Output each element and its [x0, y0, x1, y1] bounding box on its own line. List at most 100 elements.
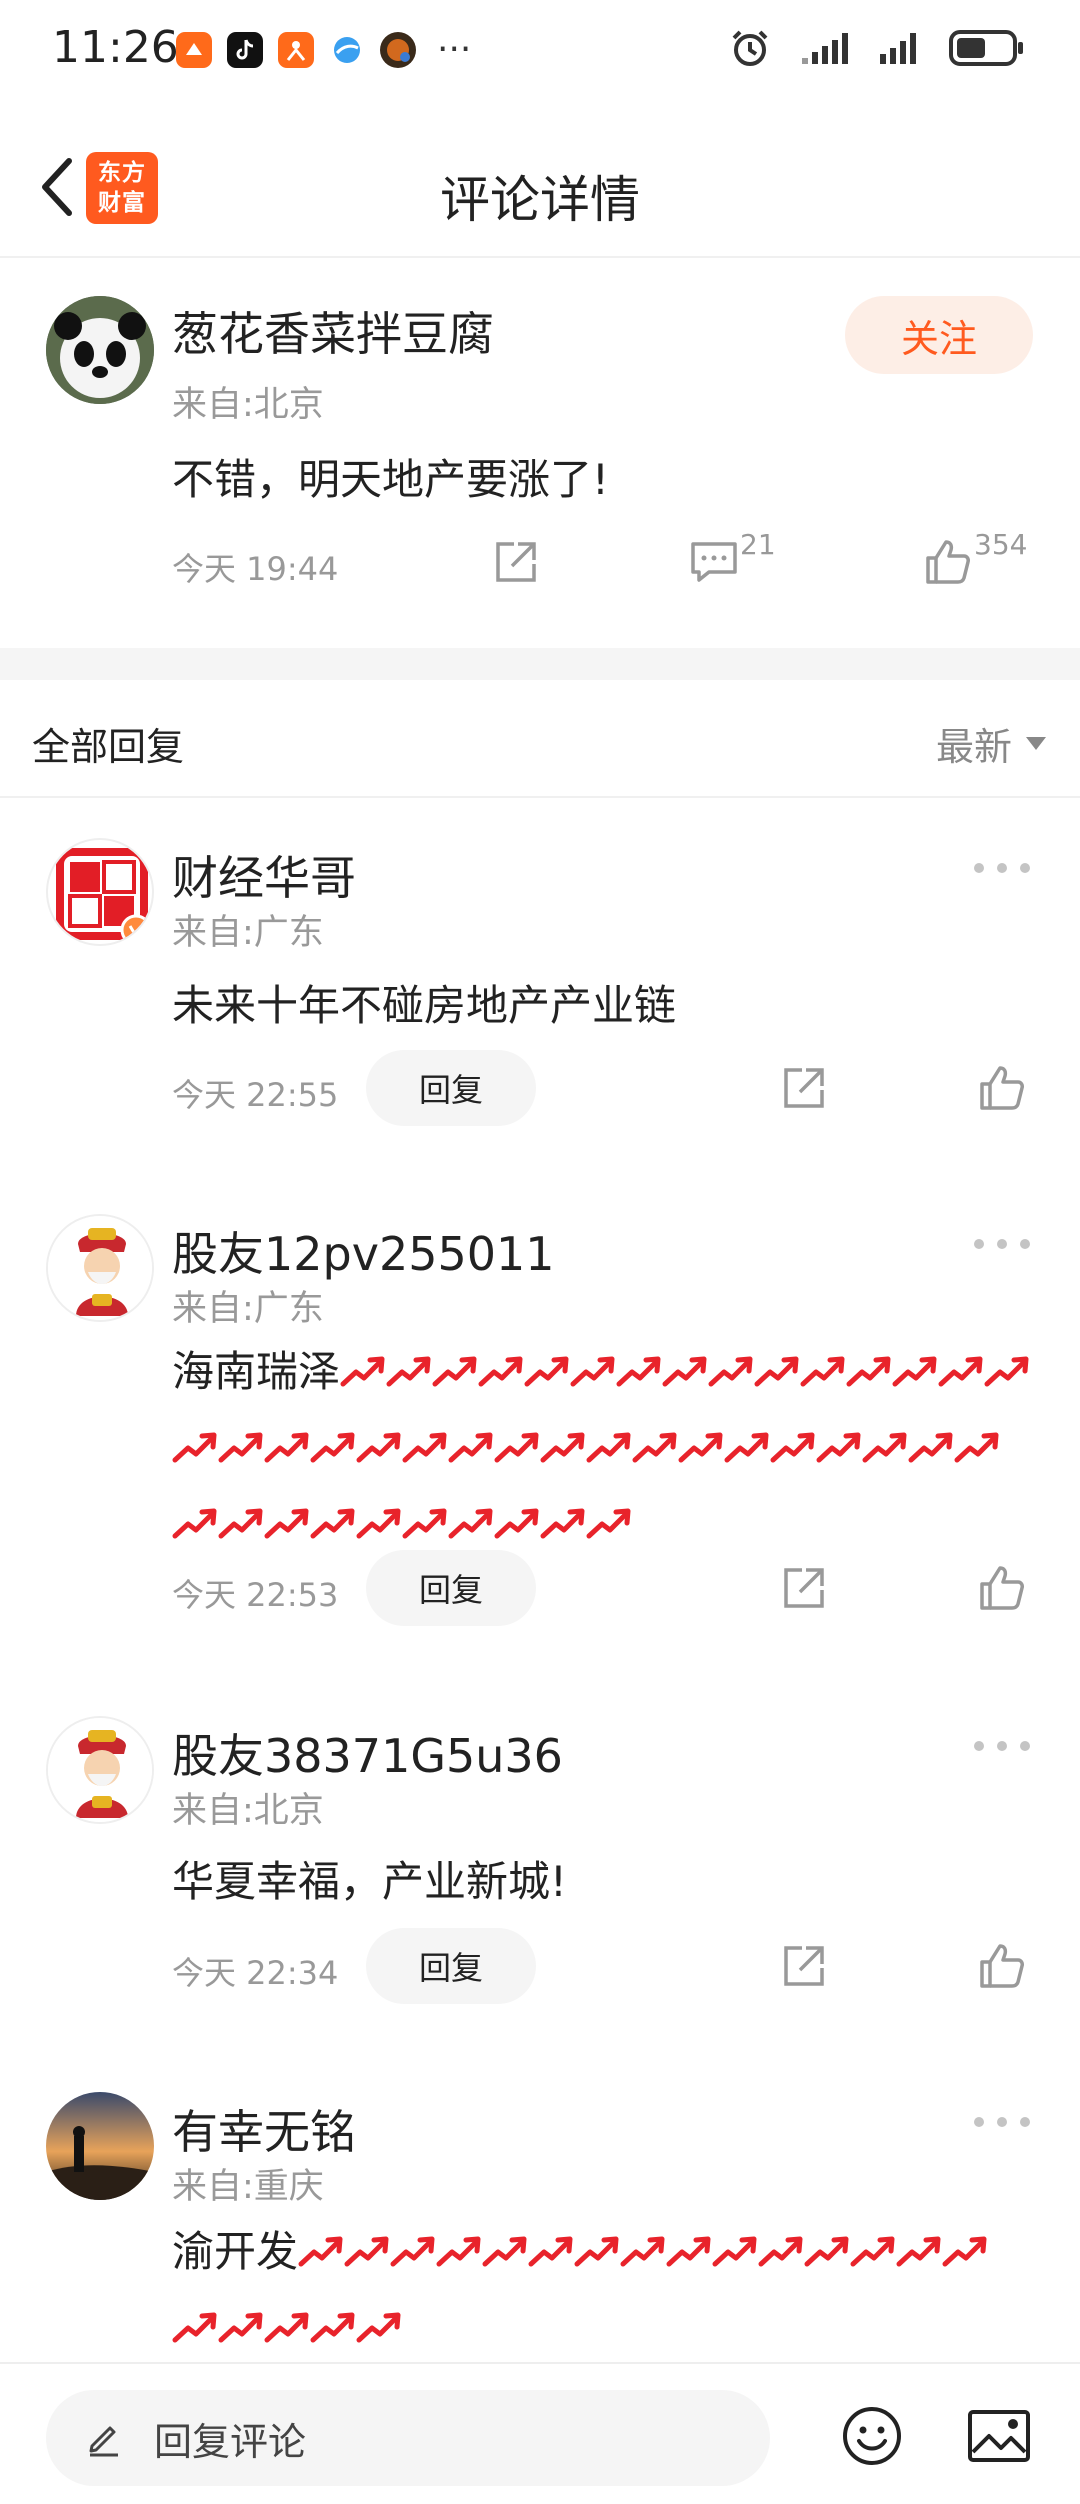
rising-arrow-icon — [340, 1356, 385, 1386]
rising-arrow-icon — [712, 2236, 757, 2266]
username[interactable]: 葱花香菜拌豆腐 — [172, 298, 494, 364]
location: 来自:重庆 — [172, 2167, 324, 2207]
comment-button[interactable] — [686, 534, 742, 590]
rising-arrow-icon — [310, 1432, 355, 1462]
battery-icon — [949, 30, 1023, 66]
signal-icon-2 — [880, 33, 916, 64]
like-button[interactable] — [974, 1060, 1030, 1116]
game-app-icon — [380, 32, 416, 68]
rising-arrow-icon — [662, 1356, 707, 1386]
rising-arrow-icon — [800, 1356, 845, 1386]
rising-arrow-icon — [172, 2312, 217, 2342]
rising-arrow-icon — [804, 2236, 849, 2266]
rising-arrow-icon — [298, 2236, 343, 2266]
rising-arrow-icon — [708, 1356, 753, 1386]
system-icons — [730, 28, 1024, 68]
share-button[interactable] — [776, 1938, 832, 1994]
rising-arrow-icon — [850, 2236, 895, 2266]
share-button[interactable] — [776, 1560, 832, 1616]
rising-arrow-icon — [570, 1356, 615, 1386]
image-button[interactable] — [966, 2404, 1032, 2468]
reply-text: 华夏幸福，产业新城! — [172, 1857, 567, 1906]
rising-arrow-icon — [540, 1508, 585, 1538]
location: 来自:北京 — [172, 385, 324, 425]
username[interactable]: 股友12pv255011 — [172, 1218, 555, 1284]
username[interactable]: 有幸无铭 — [172, 2096, 356, 2162]
rising-arrow-icon — [984, 1356, 1029, 1386]
reply-text: 海南瑞泽 — [172, 1334, 1032, 1562]
like-button[interactable] — [974, 1938, 1030, 1994]
rising-arrow-icon — [724, 1432, 769, 1462]
rising-arrow-icon — [616, 1356, 661, 1386]
rising-arrow-icon — [770, 1432, 815, 1462]
share-button[interactable] — [488, 534, 544, 590]
rising-arrow-icon — [218, 1508, 263, 1538]
avatar[interactable] — [46, 296, 154, 404]
rising-arrow-icon — [896, 2236, 941, 2266]
status-bar: 11:26 ··· — [0, 0, 1080, 100]
follow-button[interactable]: 关注 — [845, 296, 1033, 374]
more-options-button[interactable] — [974, 1726, 1030, 1766]
signal-icon — [802, 33, 848, 64]
rising-arrow-icon — [632, 1432, 677, 1462]
reply-comment-input[interactable]: 回复评论 — [46, 2390, 770, 2486]
share-icon — [784, 1068, 824, 1108]
rising-arrow-icon — [390, 2236, 435, 2266]
sort-label: 最新 — [935, 725, 1012, 769]
dropdown-triangle-icon — [1026, 737, 1046, 750]
comment-bubble-icon — [691, 542, 737, 582]
share-icon — [784, 1946, 824, 1986]
emoji-button[interactable] — [840, 2404, 904, 2468]
rising-arrow-icon — [344, 2236, 389, 2266]
thumbs-up-icon — [980, 1566, 1024, 1610]
rising-arrow-icon — [172, 1508, 217, 1538]
rising-arrow-icon — [524, 1356, 569, 1386]
rising-arrow-icon — [574, 2236, 619, 2266]
rising-arrow-icon — [448, 1432, 493, 1462]
avatar[interactable] — [46, 838, 154, 946]
alarm-icon — [732, 30, 768, 66]
thumbs-up-icon — [926, 540, 970, 584]
more-options-button[interactable] — [974, 848, 1030, 888]
rising-arrow-icon — [862, 1432, 907, 1462]
location: 来自:广东 — [172, 1289, 324, 1329]
reply-time: 今天 22:53 — [172, 1576, 339, 1614]
username[interactable]: 股友38371G5u36 — [172, 1720, 563, 1786]
sort-dropdown[interactable]: 最新 — [936, 716, 1046, 771]
username[interactable]: 财经华哥 — [172, 842, 356, 908]
reply-button[interactable]: 回复 — [366, 1928, 536, 2004]
rising-arrow-icon — [432, 1356, 477, 1386]
pencil-icon — [89, 2426, 118, 2457]
like-count: 354 — [974, 528, 1028, 561]
top-nav-bar: 东方 财富 评论详情 — [0, 130, 1080, 250]
rising-arrow-icon — [938, 1356, 983, 1386]
reply-text: 渝开发 — [172, 2214, 1032, 2366]
rising-arrow-icon — [586, 1432, 631, 1462]
rising-arrow-icon — [356, 1508, 401, 1538]
avatar[interactable] — [46, 1214, 154, 1322]
rising-arrow-icon — [540, 1432, 585, 1462]
more-notifications-icon: ··· — [437, 29, 472, 70]
panda-avatar-image — [46, 296, 154, 404]
tiktok-icon — [227, 32, 263, 68]
rising-arrow-icon — [264, 1432, 309, 1462]
more-options-button[interactable] — [974, 2102, 1030, 2142]
browser-icon — [329, 32, 365, 68]
rising-arrow-icon — [356, 1432, 401, 1462]
avatar[interactable] — [46, 1716, 154, 1824]
like-button[interactable] — [920, 534, 976, 590]
rising-arrow-icon — [402, 1432, 447, 1462]
rising-arrow-icon — [678, 1432, 723, 1462]
like-button[interactable] — [974, 1560, 1030, 1616]
share-button[interactable] — [776, 1060, 832, 1116]
more-options-button[interactable] — [974, 1224, 1030, 1264]
reply-button[interactable]: 回复 — [366, 1550, 536, 1626]
rising-arrow-icon — [310, 2312, 355, 2342]
reply-button[interactable]: 回复 — [366, 1050, 536, 1126]
share-icon — [784, 1568, 824, 1608]
rising-arrow-icon — [892, 1356, 937, 1386]
rising-arrow-icon — [816, 1432, 861, 1462]
rising-arrow-icon — [494, 1508, 539, 1538]
avatar[interactable] — [46, 2092, 154, 2200]
reply-item: 财经华哥 来自:广东 未来十年不碰房地产产业链 今天 22:55 回复 — [0, 800, 1080, 1130]
